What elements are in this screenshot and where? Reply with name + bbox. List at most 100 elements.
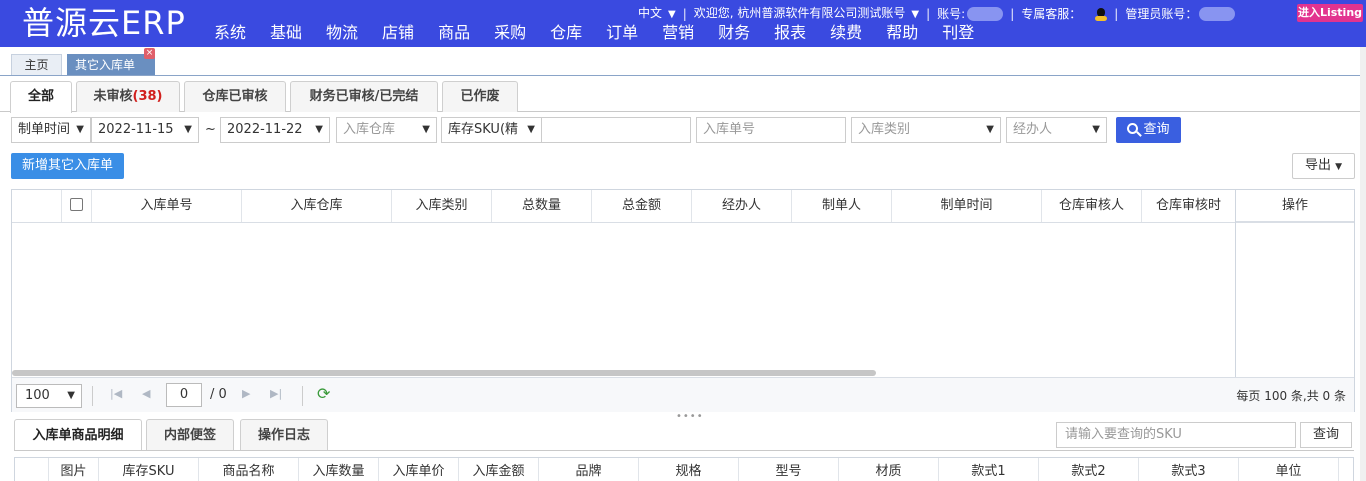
new-inbound-button[interactable]: 新增其它入库单 xyxy=(11,153,124,179)
operation-column: 操作 xyxy=(1235,190,1354,377)
chevron-down-icon: ▼ xyxy=(527,124,535,135)
last-page-icon[interactable]: ▶| xyxy=(270,387,282,400)
tab-item-details[interactable]: 入库单商品明细 xyxy=(14,419,142,450)
tab-label: 其它入库单 xyxy=(75,58,136,72)
col-spec[interactable]: 规格 xyxy=(639,458,739,481)
col-style1[interactable]: 款式1 xyxy=(939,458,1039,481)
col-handler[interactable]: 经办人 xyxy=(692,190,792,222)
account-value-redacted xyxy=(967,7,1004,21)
tab-operation-log[interactable]: 操作日志 xyxy=(240,419,328,450)
top-user-bar: 中文 ▼ | 欢迎您, 杭州普源软件有限公司测试账号 ▼ | 账号: | 专属客服：… xyxy=(638,5,1236,23)
col-unit-price[interactable]: 入库单价 xyxy=(379,458,459,481)
page-number-input[interactable]: 0 xyxy=(166,383,202,407)
col-created-time[interactable]: 制单时间 xyxy=(892,190,1042,222)
chevron-down-icon: ▼ xyxy=(184,124,192,135)
date-from-picker[interactable]: 2022-11-15 ▼ xyxy=(91,117,199,143)
chevron-down-icon: ▼ xyxy=(422,124,430,135)
nav-basic[interactable]: 基础 xyxy=(270,22,302,44)
query-button[interactable]: 查询 xyxy=(1116,117,1181,143)
page-tab-bar: 主页 其它入库单 × xyxy=(0,47,1366,76)
inbound-table: 入库单号 入库仓库 入库类别 总数量 总金额 经办人 制单人 制单时间 仓库审核… xyxy=(11,189,1355,412)
sku-mode-select[interactable]: 库存SKU(精 ▼ xyxy=(441,117,542,143)
col-sku[interactable]: 库存SKU xyxy=(99,458,199,481)
prev-page-icon[interactable]: ◀ xyxy=(142,387,150,400)
detail-table-header: 图片 库存SKU 商品名称 入库数量 入库单价 入库金额 品牌 规格 型号 材质… xyxy=(14,457,1354,481)
nav-marketing[interactable]: 营销 xyxy=(662,22,694,44)
nav-orders[interactable]: 订单 xyxy=(606,22,638,44)
sku-search-input[interactable]: 请输入要查询的SKU xyxy=(1056,422,1296,448)
nav-purchase[interactable]: 采购 xyxy=(494,22,526,44)
row-number-header xyxy=(15,458,49,481)
col-total-amount[interactable]: 总金额 xyxy=(592,190,692,222)
app-logo[interactable]: 普源云ERP xyxy=(22,4,186,42)
welcome-menu[interactable]: 欢迎您, 杭州普源软件有限公司测试账号 ▼ xyxy=(694,5,919,23)
divider xyxy=(14,450,1354,451)
first-page-icon[interactable]: |◀ xyxy=(110,387,122,400)
nav-warehouse[interactable]: 仓库 xyxy=(550,22,582,44)
tab-internal-notes[interactable]: 内部便签 xyxy=(146,419,234,450)
horizontal-scrollbar[interactable] xyxy=(12,370,876,376)
col-order-no[interactable]: 入库单号 xyxy=(92,190,242,222)
sku-query-button[interactable]: 查询 xyxy=(1300,422,1352,448)
sku-input[interactable] xyxy=(541,117,691,143)
tab-warehouse-reviewed[interactable]: 仓库已审核 xyxy=(184,81,286,112)
page-size-select[interactable]: 100 ▼ xyxy=(16,384,82,408)
col-unit[interactable]: 单位 xyxy=(1239,458,1339,481)
handler-select[interactable]: 经办人 ▼ xyxy=(1006,117,1107,143)
status-tabs: 全部 未审核(38) 仓库已审核 财务已审核/已完结 已作废 xyxy=(0,80,1366,113)
col-warehouse[interactable]: 入库仓库 xyxy=(242,190,392,222)
col-total-qty[interactable]: 总数量 xyxy=(492,190,592,222)
select-all-checkbox[interactable] xyxy=(70,198,83,211)
divider: | xyxy=(682,7,687,21)
nav-products[interactable]: 商品 xyxy=(438,22,470,44)
nav-logistics[interactable]: 物流 xyxy=(326,22,358,44)
nav-finance[interactable]: 财务 xyxy=(718,22,750,44)
refresh-icon[interactable]: ⟳ xyxy=(317,384,330,403)
col-wh-review-time[interactable]: 仓库审核时 xyxy=(1142,190,1235,222)
tab-other-inbound[interactable]: 其它入库单 × xyxy=(67,48,155,75)
close-icon[interactable]: × xyxy=(144,48,155,59)
divider: | xyxy=(1114,7,1119,21)
nav-reports[interactable]: 报表 xyxy=(774,22,806,44)
date-range-separator: ~ xyxy=(205,122,216,137)
vertical-scrollbar[interactable] xyxy=(1360,47,1366,481)
nav-stores[interactable]: 店铺 xyxy=(382,22,414,44)
next-page-icon[interactable]: ▶ xyxy=(242,387,250,400)
order-no-input[interactable]: 入库单号 xyxy=(696,117,846,143)
row-number-header xyxy=(12,190,62,222)
col-product-name[interactable]: 商品名称 xyxy=(199,458,299,481)
col-model[interactable]: 型号 xyxy=(739,458,839,481)
nav-renew[interactable]: 续费 xyxy=(830,22,862,44)
tab-home[interactable]: 主页 xyxy=(11,54,62,75)
col-material[interactable]: 材质 xyxy=(839,458,939,481)
qq-icon[interactable] xyxy=(1095,7,1108,21)
tab-finance-done[interactable]: 财务已审核/已完结 xyxy=(290,81,438,112)
pagination-bar: 100 ▼ |◀ ◀ 0 / 0 ▶ ▶| ⟳ 每页 100 条,共 0 条 xyxy=(12,377,1354,412)
col-inbound-qty[interactable]: 入库数量 xyxy=(299,458,379,481)
nav-help[interactable]: 帮助 xyxy=(886,22,918,44)
col-style2[interactable]: 款式2 xyxy=(1039,458,1139,481)
language-selector[interactable]: 中文 ▼ xyxy=(638,5,676,23)
nav-system[interactable]: 系统 xyxy=(214,22,246,44)
divider: | xyxy=(926,7,931,21)
col-wh-reviewer[interactable]: 仓库审核人 xyxy=(1042,190,1142,222)
date-to-picker[interactable]: 2022-11-22 ▼ xyxy=(220,117,330,143)
enter-listing-button[interactable]: 进入Listing xyxy=(1297,4,1363,22)
inbound-type-select[interactable]: 入库类别 ▼ xyxy=(851,117,1001,143)
col-type[interactable]: 入库类别 xyxy=(392,190,492,222)
nav-listing[interactable]: 刊登 xyxy=(942,22,974,44)
col-image[interactable]: 图片 xyxy=(49,458,99,481)
export-button[interactable]: 导出 ▼ xyxy=(1292,153,1355,179)
col-style3[interactable]: 款式3 xyxy=(1139,458,1239,481)
col-amount[interactable]: 入库金额 xyxy=(459,458,539,481)
col-brand[interactable]: 品牌 xyxy=(539,458,639,481)
warehouse-select[interactable]: 入库仓库 ▼ xyxy=(336,117,437,143)
col-creator[interactable]: 制单人 xyxy=(792,190,892,222)
service-label: 专属客服： xyxy=(1021,7,1082,21)
chevron-down-icon: ▼ xyxy=(76,124,84,135)
tab-unreviewed[interactable]: 未审核(38) xyxy=(76,81,180,112)
tab-all[interactable]: 全部 xyxy=(10,81,72,113)
date-type-select[interactable]: 制单时间 ▼ xyxy=(11,117,91,143)
tab-voided[interactable]: 已作废 xyxy=(442,81,518,112)
chevron-down-icon: ▼ xyxy=(315,124,323,135)
